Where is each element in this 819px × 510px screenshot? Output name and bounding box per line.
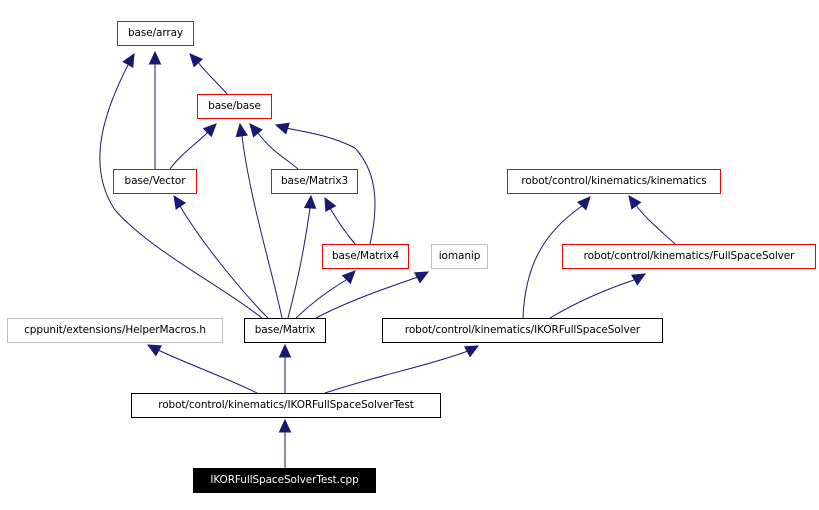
edge-matrix-to-vector — [173, 195, 269, 319]
node-kinematics[interactable]: robot/control/kinematics/kinematics — [507, 169, 721, 194]
node-helpermacros: cppunit/extensions/HelperMacros.h — [7, 318, 223, 343]
arrowhead-icon — [274, 122, 290, 135]
arrowhead-icon — [278, 343, 292, 358]
edge-cpp-to-ikortest — [278, 418, 292, 468]
node-base-matrix[interactable]: base/Matrix — [244, 318, 326, 343]
node-base-matrix3[interactable]: base/Matrix3 — [271, 169, 358, 194]
edge-ikortest-to-matrix — [278, 343, 292, 393]
node-base-base[interactable]: base/base — [197, 94, 272, 119]
edge-line — [241, 135, 283, 319]
arrowhead-icon — [173, 195, 187, 210]
node-base-array[interactable]: base/array — [117, 21, 194, 46]
edge-line — [197, 61, 228, 95]
edge-matrix-to-matrix3 — [287, 194, 317, 319]
arrowhead-icon — [278, 418, 292, 433]
edge-line — [179, 205, 269, 319]
dependency-graph: base/array base/base base/Vector base/Ma… — [0, 0, 819, 510]
edge-line — [549, 279, 635, 319]
arrowhead-icon — [303, 194, 317, 209]
arrowhead-icon — [464, 345, 480, 358]
edge-line — [169, 131, 209, 170]
edge-line — [257, 132, 299, 170]
edge-ikortest-to-helpermacros — [146, 344, 258, 394]
edge-matrix-to-matrix4 — [295, 270, 356, 319]
node-fullspacesolver[interactable]: robot/control/kinematics/FullSpaceSolver — [562, 244, 816, 269]
arrowhead-icon — [235, 122, 248, 138]
arrowhead-icon — [414, 271, 430, 284]
edge-base-to-array — [189, 53, 228, 95]
node-ikorfullspacesolver[interactable]: robot/control/kinematics/IKORFullSpaceSo… — [382, 318, 663, 343]
arrowhead-icon — [249, 123, 263, 138]
arrowhead-icon — [122, 52, 135, 68]
node-base-vector[interactable]: base/Vector — [113, 169, 197, 194]
node-root-cpp: IKORFullSpaceSolverTest.cpp — [193, 468, 376, 493]
edge-line — [287, 207, 311, 319]
edge-fullspace-to-kinematics — [628, 195, 676, 245]
node-base-matrix4[interactable]: base/Matrix4 — [322, 244, 409, 269]
edge-ikortest-to-ikor — [324, 345, 480, 394]
edge-line — [329, 207, 356, 245]
edge-matrix3-to-base — [249, 123, 299, 170]
edge-line — [315, 276, 419, 319]
edge-vector-to-base — [169, 123, 217, 170]
arrowhead-icon — [324, 196, 337, 212]
edge-line — [635, 204, 676, 245]
edge-ikor-to-fullspace — [549, 273, 647, 319]
arrowhead-icon — [146, 344, 162, 357]
edge-line — [324, 350, 469, 394]
edge-line — [295, 279, 347, 319]
edge-matrix-to-base — [235, 122, 283, 319]
arrowhead-icon — [628, 195, 642, 210]
arrowhead-icon — [631, 273, 647, 286]
edge-vector-to-array — [148, 50, 162, 169]
edge-matrix-to-iomanip — [315, 271, 430, 319]
node-iomanip: iomanip — [431, 244, 488, 269]
node-ikorfullspacesolvertest[interactable]: robot/control/kinematics/IKORFullSpaceSo… — [131, 393, 441, 418]
arrowhead-icon — [148, 50, 162, 65]
edge-line — [157, 349, 258, 394]
edge-matrix4-to-matrix3 — [324, 196, 356, 245]
